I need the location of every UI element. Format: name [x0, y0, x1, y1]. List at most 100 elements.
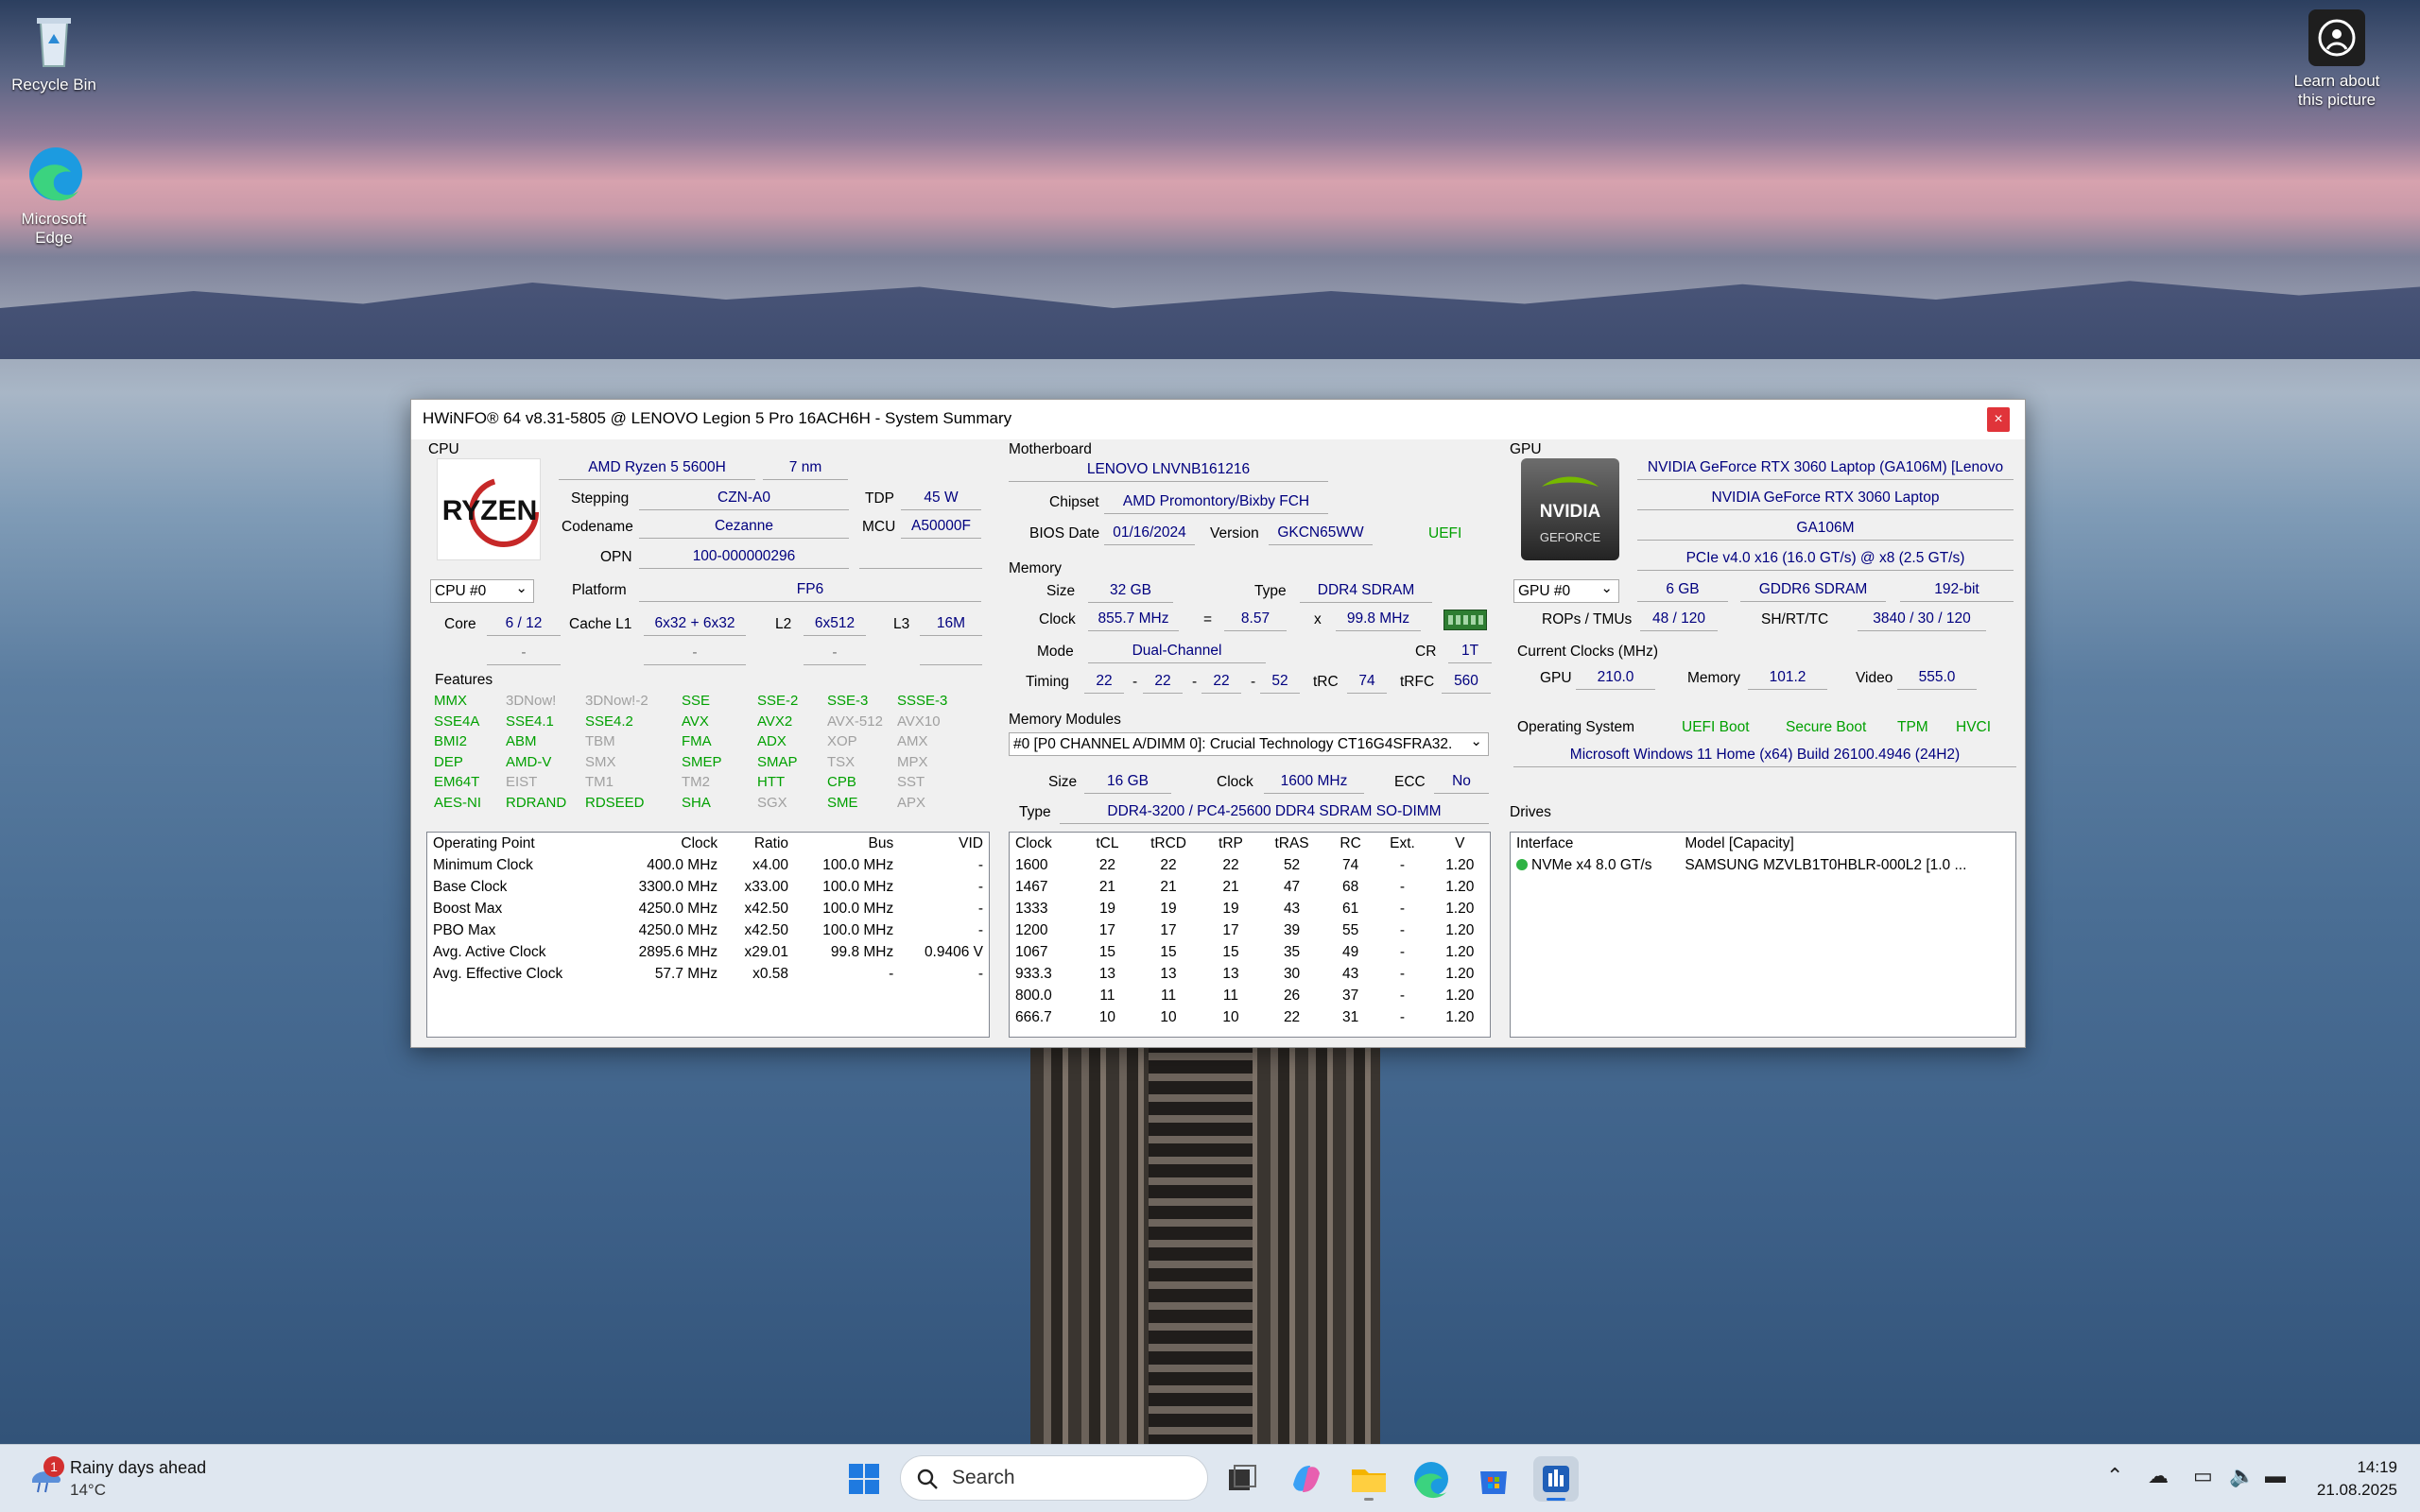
op-cell: Avg. Effective Clock: [433, 965, 563, 982]
os-name: Microsoft Windows 11 Home (x64) Build 26…: [1513, 744, 2016, 767]
mem-header-cell[interactable]: RC: [1326, 833, 1375, 854]
op-cell: -: [889, 965, 894, 982]
table-row[interactable]: 933.3 13 13 13 30 43 - 1.20: [1010, 963, 1490, 985]
feature-sme: SME: [827, 795, 858, 811]
feature-sse4-2: SSE4.2: [585, 713, 633, 730]
microsoft-store-icon[interactable]: [1471, 1456, 1516, 1502]
op-cell: 100.0 MHz: [822, 921, 894, 938]
network-icon[interactable]: ▭: [2193, 1464, 2213, 1488]
table-row[interactable]: 1200 17 17 17 39 55 - 1.20: [1010, 919, 1490, 941]
drv-header-cell[interactable]: Model [Capacity]: [1679, 833, 2015, 854]
weather-widget-icon[interactable]: 1: [25, 1456, 66, 1502]
clock-time: 14:19: [2357, 1458, 2397, 1476]
op-header-cell[interactable]: Clock: [608, 833, 723, 854]
l1-label: Cache L1: [569, 616, 632, 632]
recycle-bin-shortcut[interactable]: Recycle Bin: [0, 9, 120, 94]
drv-header-cell[interactable]: Interface: [1511, 833, 1679, 854]
tdp-label: TDP: [865, 490, 894, 507]
table-row[interactable]: 1333 19 19 19 43 61 - 1.20: [1010, 898, 1490, 919]
mem-cell: 11: [1161, 987, 1177, 1004]
op-header-cell[interactable]: Operating Point: [427, 833, 608, 854]
table-row[interactable]: 1600 22 22 22 52 74 - 1.20: [1010, 854, 1490, 876]
memory-timings-table[interactable]: Clock tCL tRCD tRP tRAS RC Ext. V 1600 22 22 22 52 74…: [1009, 832, 1491, 1038]
mem-header-cell[interactable]: V: [1430, 833, 1490, 854]
volume-icon[interactable]: 🔈: [2229, 1464, 2255, 1488]
table-row[interactable]: Minimum Clock 400.0 MHz x4.00 100.0 MHz -: [427, 854, 989, 876]
taskbar-search-box[interactable]: Search: [900, 1455, 1208, 1501]
mem-header-cell[interactable]: tRAS: [1257, 833, 1325, 854]
table-row[interactable]: 666.7 10 10 10 22 31 - 1.20: [1010, 1006, 1490, 1028]
gpu-clock-value: 210.0: [1576, 666, 1655, 690]
mem-cell: 15: [1160, 943, 1177, 960]
mem-cell: 21: [1098, 878, 1116, 895]
module-size-label: Size: [1048, 774, 1078, 790]
op-header-cell[interactable]: Ratio: [723, 833, 794, 854]
mem-size-value: 32 GB: [1088, 579, 1173, 603]
learn-about-picture[interactable]: Learn about this picture: [2271, 9, 2403, 110]
copilot-icon[interactable]: [1284, 1456, 1329, 1502]
stepping-value: CZN-A0: [639, 487, 849, 510]
edge-taskbar-icon[interactable]: [1409, 1456, 1454, 1502]
operating-points-table[interactable]: Operating Point Clock Ratio Bus VID Minimum C…: [426, 832, 990, 1038]
table-row[interactable]: Avg. Effective Clock 57.7 MHz x0.58 - -: [427, 963, 989, 985]
show-hidden-icons-chevron-icon[interactable]: ⌃: [2106, 1464, 2123, 1488]
feature-tsx: TSX: [827, 753, 856, 770]
cpu-selector[interactable]: CPU #0: [430, 579, 534, 603]
file-explorer-icon[interactable]: [1346, 1456, 1392, 1502]
gpu-chip: GA106M: [1637, 517, 2014, 541]
extra-dash-2: -: [644, 642, 746, 665]
feature-avx2: AVX2: [757, 713, 793, 730]
mem-cell: 666.7: [1015, 1008, 1052, 1025]
tpm-flag: TPM: [1897, 719, 1928, 735]
op-header-cell[interactable]: VID: [899, 833, 989, 854]
mem-cell: 11: [1099, 987, 1115, 1004]
mem-cell: 1.20: [1445, 1008, 1475, 1025]
start-button[interactable]: [841, 1456, 887, 1502]
uefi-boot-flag: UEFI Boot: [1682, 719, 1750, 735]
mem-header-cell[interactable]: tRP: [1204, 833, 1258, 854]
mem-header-cell[interactable]: tRCD: [1133, 833, 1204, 854]
mem-cell: 1.20: [1445, 943, 1475, 960]
clock-area[interactable]: 14:19 21.08.2025: [2317, 1456, 2397, 1502]
mem-cell: 10: [1160, 1008, 1177, 1025]
mem-times: x: [1314, 611, 1322, 627]
hwinfo-taskbar-icon[interactable]: [1533, 1456, 1579, 1502]
weather-title[interactable]: Rainy days ahead: [70, 1458, 206, 1478]
mem-header-cell[interactable]: tCL: [1081, 833, 1132, 854]
feature-mmx: MMX: [434, 693, 467, 709]
feature-avx10: AVX10: [897, 713, 941, 730]
op-header-cell[interactable]: Bus: [794, 833, 899, 854]
gpu-selector[interactable]: GPU #0: [1513, 579, 1619, 603]
title-bar[interactable]: HWiNFO® 64 v8.31-5805 @ LENOVO Legion 5 …: [411, 400, 2025, 439]
op-cell: x33.00: [744, 878, 789, 895]
mem-header-cell[interactable]: Clock: [1010, 833, 1081, 854]
task-view-icon[interactable]: [1219, 1456, 1265, 1502]
mem-cell: -: [1399, 987, 1406, 1004]
cloud-sync-icon[interactable]: ☁: [2148, 1464, 2169, 1488]
mem-type-value: DDR4 SDRAM: [1300, 579, 1432, 603]
mem-header-cell[interactable]: Ext.: [1374, 833, 1429, 854]
bios-version-value: GKCN65WW: [1269, 522, 1373, 545]
table-row[interactable]: Boost Max 4250.0 MHz x42.50 100.0 MHz -: [427, 898, 989, 919]
close-button[interactable]: ×: [1987, 407, 2010, 432]
battery-icon[interactable]: ▬: [2265, 1464, 2286, 1488]
mem-cell: 26: [1283, 987, 1301, 1004]
table-row[interactable]: 1067 15 15 15 35 49 - 1.20: [1010, 941, 1490, 963]
table-row[interactable]: NVMe x4 8.0 GT/s SAMSUNG MZVLB1T0HBLR-000…: [1511, 854, 2015, 876]
module-clock-value: 1600 MHz: [1264, 770, 1364, 794]
trfc-value: 560: [1442, 670, 1491, 694]
feature-smx: SMX: [585, 753, 616, 770]
op-cell: Minimum Clock: [433, 856, 533, 873]
mem-cell: 22: [1160, 856, 1177, 873]
bios-date-label: BIOS Date: [1029, 525, 1100, 541]
edge-shortcut[interactable]: Microsoft Edge: [0, 144, 120, 248]
table-row[interactable]: 1467 21 21 21 47 68 - 1.20: [1010, 876, 1490, 898]
table-row[interactable]: 800.0 11 11 11 26 37 - 1.20: [1010, 985, 1490, 1006]
memory-modules-label: Memory Modules: [1009, 712, 1121, 728]
core-value: 6 / 12: [487, 612, 561, 636]
table-row[interactable]: PBO Max 4250.0 MHz x42.50 100.0 MHz -: [427, 919, 989, 941]
drives-table[interactable]: Interface Model [Capacity] NVMe x4 8.0 GT/…: [1510, 832, 2016, 1038]
memory-module-selector[interactable]: #0 [P0 CHANNEL A/DIMM 0]: Crucial Techno…: [1009, 732, 1489, 756]
table-row[interactable]: Avg. Active Clock 2895.6 MHz x29.01 99.8 MH…: [427, 941, 989, 963]
table-row[interactable]: Base Clock 3300.0 MHz x33.00 100.0 MHz -: [427, 876, 989, 898]
